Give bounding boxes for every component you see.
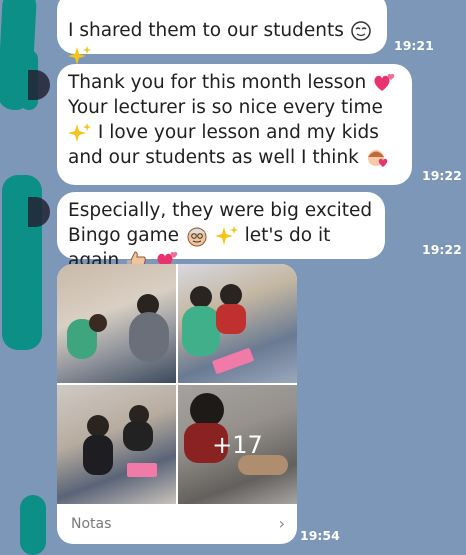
- message-time: 19:22: [422, 168, 462, 183]
- avatar[interactable]: [28, 70, 50, 100]
- album-photo[interactable]: [57, 264, 176, 383]
- message-text: I love your lesson and my kids and our s…: [68, 122, 379, 168]
- sparkles-icon: [214, 225, 239, 247]
- chevron-right-icon[interactable]: ›: [279, 514, 285, 533]
- album-photo[interactable]: [178, 264, 297, 383]
- message-time: 19:22: [422, 242, 462, 257]
- redaction-scribble: [20, 495, 46, 555]
- girl-with-heart-emoji-icon: [365, 147, 389, 169]
- notes-label[interactable]: Notas: [71, 516, 111, 532]
- old-man-emoji-icon: [185, 225, 209, 247]
- message-text: Thank you for this month lesson: [68, 72, 367, 93]
- message-text: I shared them to our students: [68, 20, 344, 41]
- message-text: Your lecturer is so nice every time: [68, 97, 383, 118]
- two-hearts-icon: [372, 72, 396, 94]
- message-bubble[interactable]: Especially, they were big excited Bingo …: [57, 192, 385, 271]
- message-time: 19:54: [300, 528, 340, 543]
- message-bubble[interactable]: Thank you for this month lesson Your lec…: [57, 64, 412, 185]
- message-time: 19:21: [394, 38, 434, 53]
- photo-album-card[interactable]: +17 Notas ›: [57, 264, 297, 544]
- message-bubble[interactable]: I shared them to our students: [57, 0, 387, 65]
- avatar[interactable]: [28, 197, 50, 227]
- more-photos-count[interactable]: +17: [178, 385, 297, 504]
- album-photo[interactable]: [57, 385, 176, 504]
- face-emoji-icon: [350, 20, 374, 42]
- sparkles-icon: [68, 122, 92, 144]
